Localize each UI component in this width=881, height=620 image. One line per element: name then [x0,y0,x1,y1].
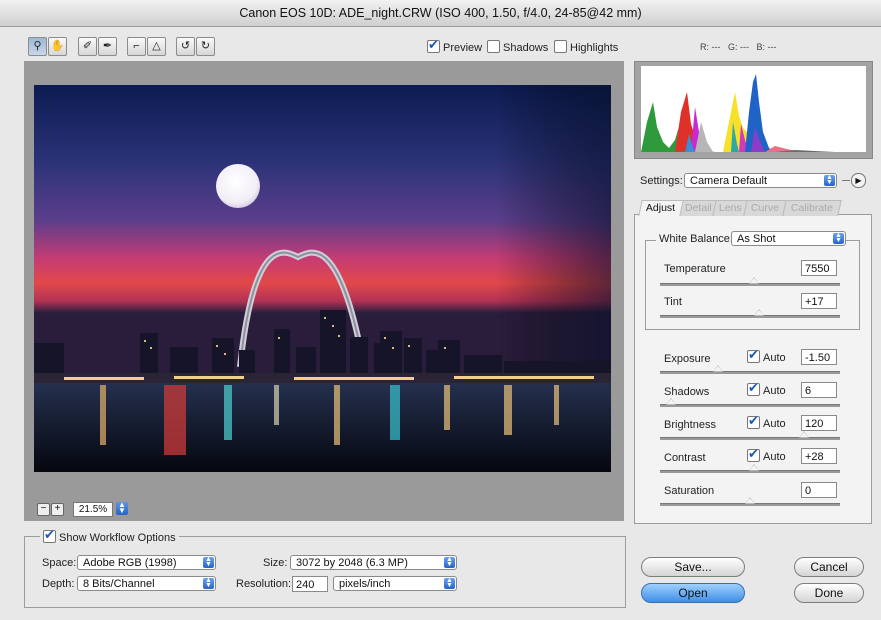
highlights-checkbox[interactable]: Highlights [554,40,618,54]
preview-checkbox[interactable]: Preview [427,37,482,54]
space-dropdown-icon: ▲ ▼ [203,556,214,568]
space-select[interactable]: Adobe RGB (1998) ▲ ▼ [77,555,216,570]
preview-image[interactable] [34,85,611,472]
workflow-options-group [24,536,626,608]
shadows-auto-checkbox[interactable]: Auto [747,380,786,397]
tab-calibrate[interactable]: Calibrate [782,200,842,216]
tint-field[interactable]: +17 [801,293,837,309]
brightness-auto-check-icon [747,413,760,429]
exposure-auto-check-icon [747,347,760,363]
crop-icon[interactable]: ⌐ [127,37,146,56]
temperature-slider-thumb[interactable] [748,277,759,284]
rgb-readout: R: --- G: --- B: --- [700,42,777,52]
settings-divider [842,180,850,181]
resolution-unit-dropdown-icon: ▲ ▼ [444,577,455,589]
exposure-auto-checkbox[interactable]: Auto [747,347,786,364]
depth-label: Depth: [42,578,75,590]
shadows-label: Shadows [664,386,710,398]
size-select[interactable]: 3072 by 2048 (6.3 MP) ▲ ▼ [290,555,457,570]
tab-adjust[interactable]: Adjust [638,200,684,216]
contrast-auto-checkbox[interactable]: Auto [747,446,786,463]
shadows-slider[interactable] [660,404,840,407]
tab-detail[interactable]: Detail [679,200,717,216]
contrast-slider-thumb[interactable] [748,464,759,471]
contrast-field[interactable]: +28 [801,448,837,464]
shadows-auto-check-icon [747,380,760,396]
zoom-icon[interactable]: ⚲ [28,37,47,56]
tint-slider[interactable] [660,315,840,318]
zoom-dropdown-icon[interactable]: ▲ ▼ [116,501,128,515]
exposure-slider-thumb[interactable] [712,365,723,372]
tint-label: Tint [664,296,682,308]
contrast-auto-check-icon [747,446,760,462]
white-balance-eyedropper-icon[interactable]: ✐ [78,37,97,56]
show-workflow-options-checkbox[interactable]: Show Workflow Options [40,527,179,544]
zoom-in-button[interactable]: + [51,503,64,516]
brightness-field[interactable]: 120 [801,415,837,431]
hand-icon[interactable]: ✋ [48,37,67,56]
brightness-slider[interactable] [660,437,840,440]
workflow-check-icon [43,527,56,543]
red-readout: R: --- [700,42,721,52]
saturation-label: Saturation [664,485,715,497]
window-title: Canon EOS 10D: ADE_night.CRW (ISO 400, 1… [239,6,642,20]
tab-curve[interactable]: Curve [743,200,787,216]
highlights-check-icon [554,40,567,53]
green-readout: G: --- [728,42,750,52]
settings-menu-icon[interactable]: ▶ [851,173,866,188]
tab-lens[interactable]: Lens [712,200,748,216]
white-balance-dropdown-icon: ▲ ▼ [833,232,844,244]
open-button[interactable]: Open [641,583,745,603]
space-label: Space: [42,557,77,569]
window-title-bar: Canon EOS 10D: ADE_night.CRW (ISO 400, 1… [0,0,881,27]
straighten-icon[interactable]: △ [147,37,166,56]
shadows-slider-thumb[interactable] [665,398,676,405]
depth-dropdown-icon: ▲ ▼ [203,577,214,589]
settings-label: Settings: [640,175,683,187]
resolution-field[interactable]: 240 [292,576,328,592]
exposure-slider[interactable] [660,371,840,374]
histogram [634,61,873,159]
contrast-label: Contrast [664,452,706,464]
brightness-auto-checkbox[interactable]: Auto [747,413,786,430]
saturation-field[interactable]: 0 [801,482,837,498]
preview-check-icon [427,37,440,53]
temperature-label: Temperature [664,263,726,275]
brightness-slider-thumb[interactable] [799,431,809,438]
brightness-label: Brightness [664,419,716,431]
shadows-checkbox[interactable]: Shadows [487,40,548,54]
size-label: Size: [263,557,288,569]
settings-select[interactable]: Camera Default ▲ ▼ [684,173,837,188]
blue-readout: B: --- [756,42,777,52]
color-sampler-icon[interactable]: ✒ [98,37,117,56]
exposure-field[interactable]: -1.50 [801,349,837,365]
zoom-out-button[interactable]: − [37,503,50,516]
zoom-bar [24,497,624,521]
size-dropdown-icon: ▲ ▼ [444,556,455,568]
white-balance-label: White Balance: [656,233,736,245]
rotate-left-icon[interactable]: ↺ [176,37,195,56]
temperature-field[interactable]: 7550 [801,260,837,276]
cancel-button[interactable]: Cancel [794,557,864,577]
save-button[interactable]: Save... [641,557,745,577]
saturation-slider-thumb[interactable] [745,497,755,504]
tint-slider-thumb[interactable] [754,309,764,316]
resolution-label: Resolution: [236,578,292,590]
resolution-unit-select[interactable]: pixels/inch ▲ ▼ [333,576,457,591]
shadows-check-icon [487,40,500,53]
zoom-level-field[interactable]: 21.5% [73,502,113,517]
white-balance-select[interactable]: As Shot ▲ ▼ [731,231,846,246]
depth-select[interactable]: 8 Bits/Channel ▲ ▼ [77,576,216,591]
settings-dropdown-icon: ▲ ▼ [824,174,835,186]
rotate-right-icon[interactable]: ↻ [196,37,215,56]
exposure-label: Exposure [664,353,711,365]
done-button[interactable]: Done [794,583,864,603]
shadows-field[interactable]: 6 [801,382,837,398]
